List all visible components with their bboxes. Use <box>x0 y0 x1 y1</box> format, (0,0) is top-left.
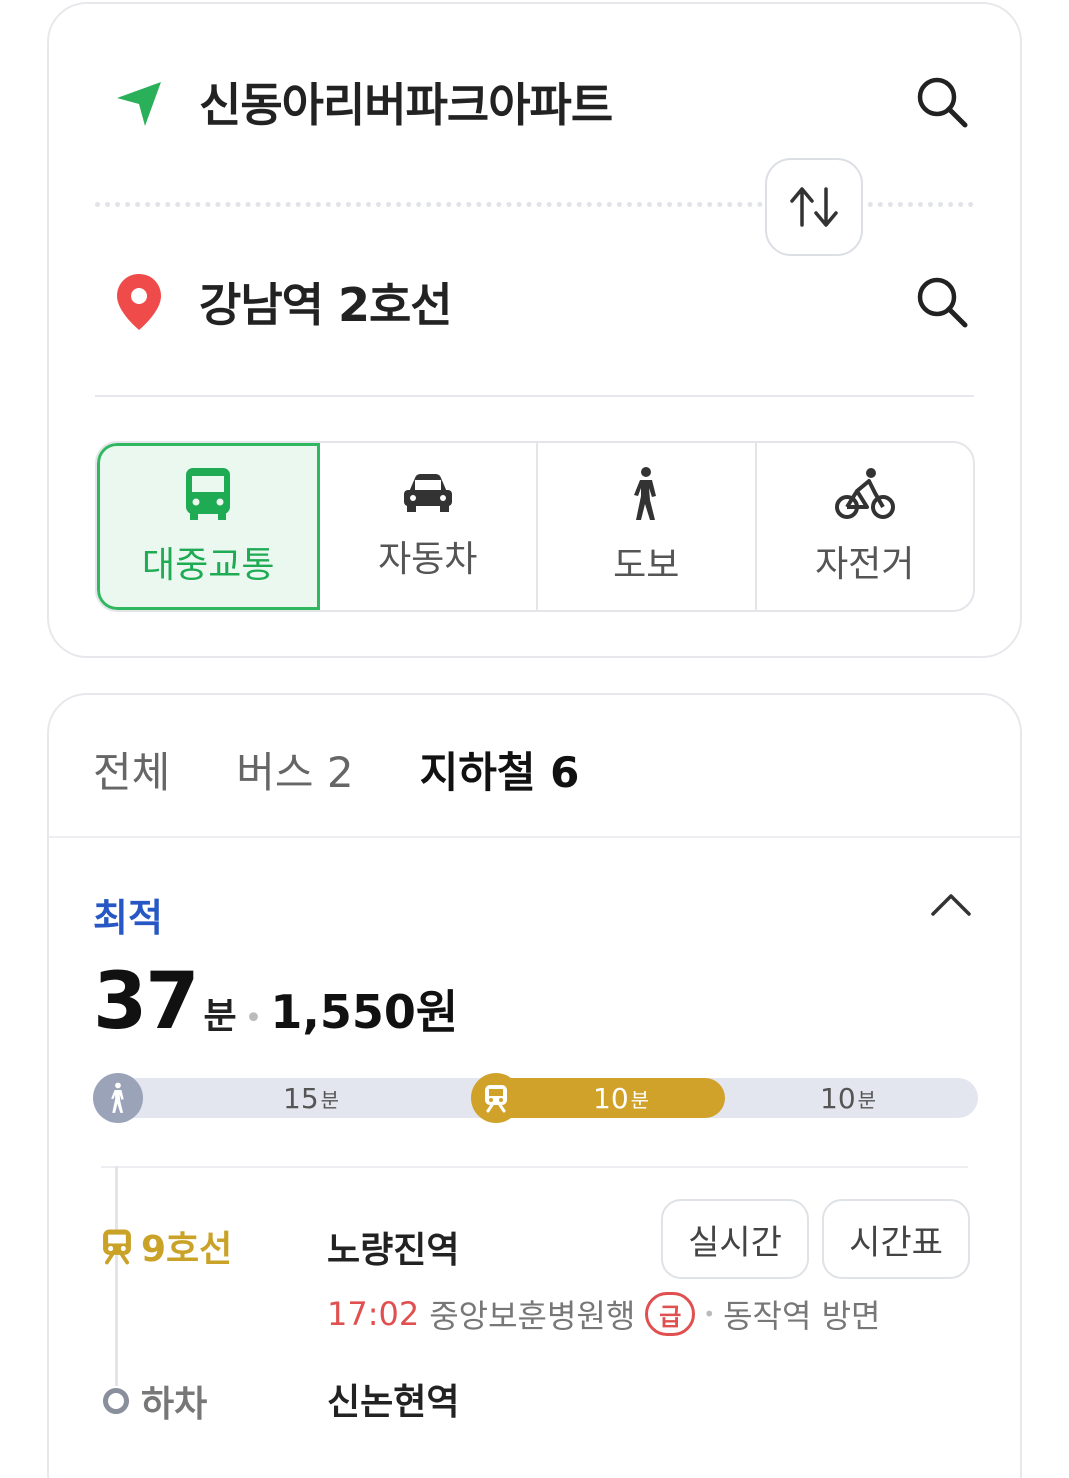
walk-segment-icon <box>93 1073 143 1123</box>
route-search-card: 신동아리버파크아파트 강남역 2호선 대중교통 자동차 도보 자전거 <box>47 2 1022 658</box>
realtime-button[interactable]: 실시간 <box>661 1199 809 1279</box>
mode-bicycle[interactable]: 자전거 <box>757 443 974 610</box>
alight-label: 하차 <box>141 1384 208 1425</box>
walk-icon <box>634 466 657 520</box>
minutes-unit: 분 <box>203 996 237 1037</box>
alight-station[interactable]: 신논현역 <box>327 1373 459 1425</box>
origin-row[interactable]: 신동아리버파크아파트 <box>109 62 972 142</box>
subway-line-badge: 9호선 <box>99 1220 232 1272</box>
tab-subway[interactable]: 지하철 6 <box>420 739 580 800</box>
subway-icon <box>103 1229 131 1265</box>
destination-search-icon[interactable] <box>912 272 972 332</box>
subway-segment-time: 10 분 <box>593 1081 650 1115</box>
alight-circle-icon <box>103 1388 129 1414</box>
alight-info: 하차 <box>103 1375 207 1427</box>
walk-segment-2-time: 10 분 <box>820 1081 877 1115</box>
transport-mode-selector: 대중교통 자동차 도보 자전거 <box>95 441 975 612</box>
swap-locations-button[interactable] <box>765 158 863 256</box>
bicycle-icon <box>834 467 895 519</box>
route-results-card: 전체 버스 2 지하철 6 최적 37 분 • 1,550원 15 분 10 분 1… <box>47 693 1022 1478</box>
arrival-info: 17:02 중앙보훈병원행 급 • 동작역 방면 <box>327 1291 880 1337</box>
mode-bicycle-label: 자전거 <box>815 543 915 585</box>
mode-transit[interactable]: 대중교통 <box>97 443 320 610</box>
subway-segment-icon <box>471 1073 521 1123</box>
chevron-up-icon[interactable] <box>929 890 973 920</box>
origin-text[interactable]: 신동아리버파크아파트 <box>199 69 912 135</box>
detail-divider <box>101 1166 968 1168</box>
tab-bus[interactable]: 버스 2 <box>236 739 353 800</box>
destination-row[interactable]: 강남역 2호선 <box>109 262 972 342</box>
separator-dot: • <box>703 1302 716 1326</box>
current-location-arrow-icon <box>109 72 169 132</box>
destination-pin-icon <box>109 272 169 332</box>
train-direction: 동작역 방면 <box>723 1297 881 1335</box>
separator-dot: • <box>244 1001 263 1036</box>
mode-car-label: 자동차 <box>378 538 478 580</box>
boarding-station[interactable]: 노량진역 <box>327 1221 459 1273</box>
tab-all[interactable]: 전체 <box>93 739 170 800</box>
route-timeline-bar: 15 분 10 분 10 분 <box>93 1073 978 1123</box>
tabs-divider <box>49 836 1020 838</box>
subway-line-name: 9호선 <box>141 1229 233 1270</box>
result-tabs: 전체 버스 2 지하철 6 <box>93 739 645 800</box>
swap-arrows-icon <box>790 187 838 227</box>
origin-search-icon[interactable] <box>912 72 972 132</box>
arrival-time: 17:02 <box>327 1295 420 1333</box>
section-divider <box>95 395 974 397</box>
mode-transit-label: 대중교통 <box>142 544 275 586</box>
mode-walk[interactable]: 도보 <box>538 443 757 610</box>
walk-segment-1-time: 15 분 <box>283 1081 340 1115</box>
total-minutes: 37 <box>93 957 200 1047</box>
car-icon <box>403 473 452 512</box>
fare-amount: 1,550원 <box>270 985 459 1039</box>
route-vertical-line <box>115 1166 118 1386</box>
express-badge: 급 <box>645 1292 696 1336</box>
timetable-button[interactable]: 시간표 <box>822 1199 970 1279</box>
destination-text[interactable]: 강남역 2호선 <box>199 269 912 335</box>
mode-walk-label: 도보 <box>613 544 680 586</box>
train-destination: 중앙보훈병원행 <box>429 1297 636 1335</box>
mode-car[interactable]: 자동차 <box>320 443 538 610</box>
best-route-badge: 최적 <box>93 896 163 940</box>
bus-icon <box>186 467 231 520</box>
route-summary[interactable]: 37 분 • 1,550원 <box>93 957 458 1047</box>
